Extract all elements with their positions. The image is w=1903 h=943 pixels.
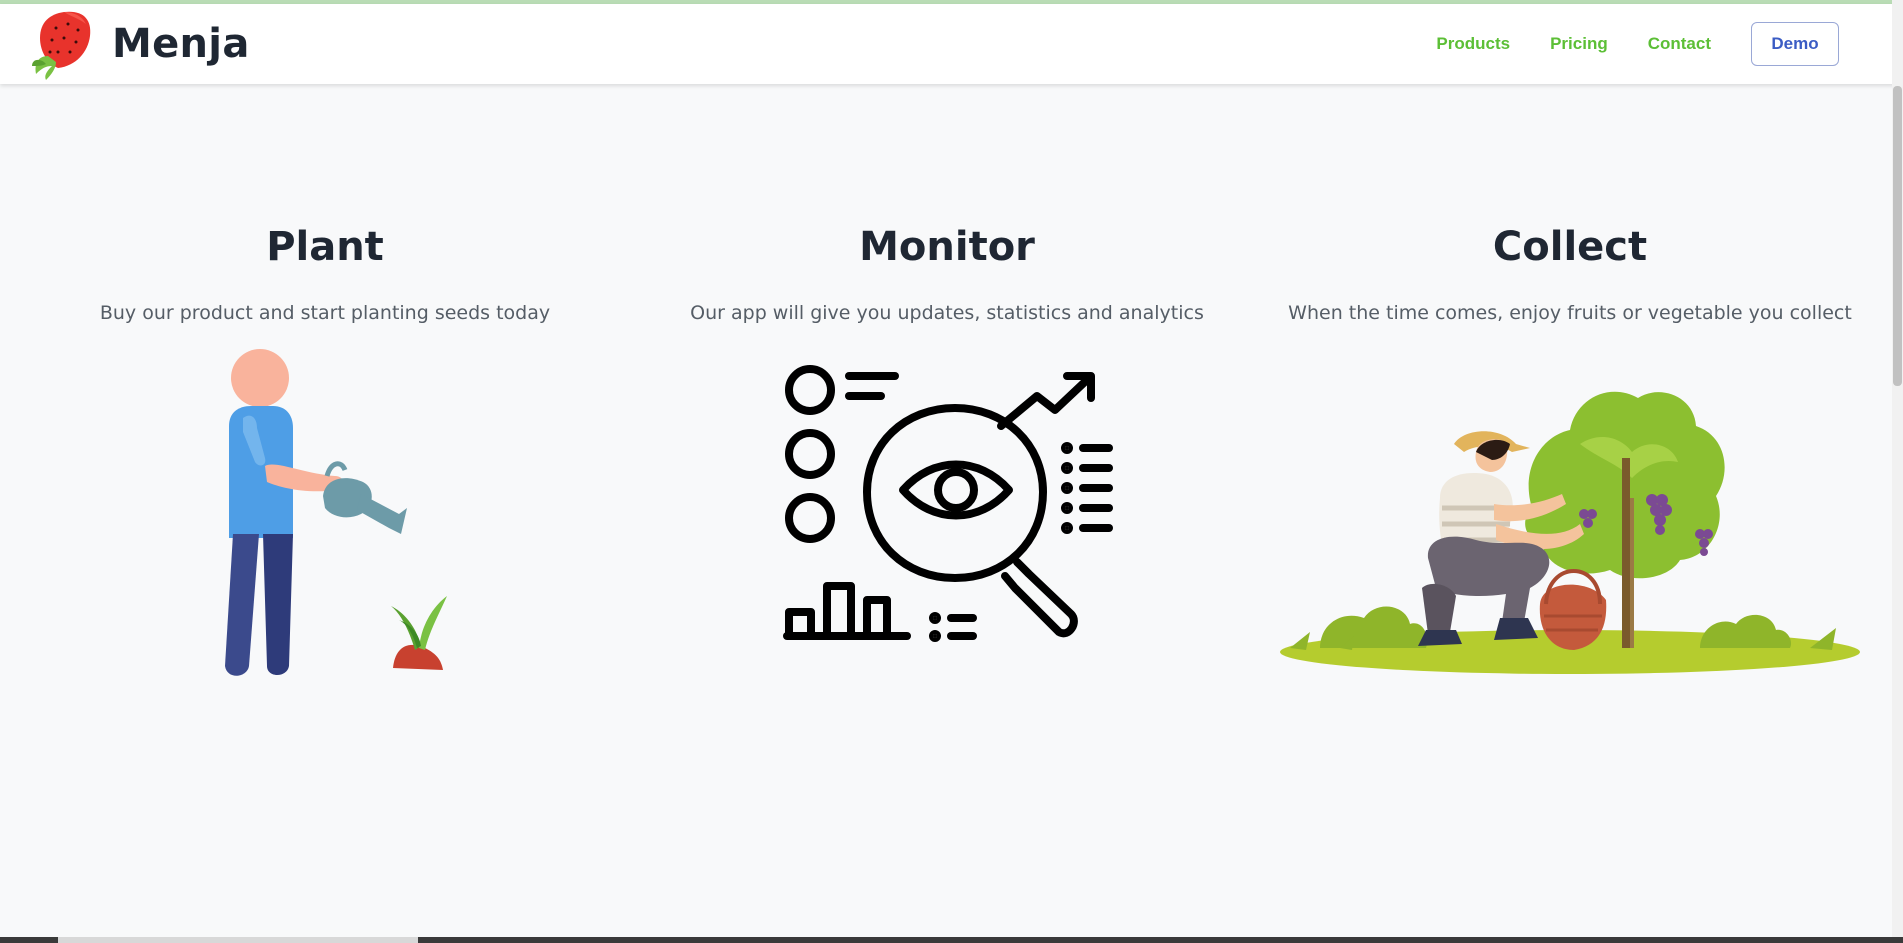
watering-person-illustration — [225, 349, 447, 676]
navbar: Menja Products Pricing Contact Demo — [0, 4, 1903, 84]
feature-text: Our app will give you updates, statistic… — [690, 302, 1204, 324]
nav-link-contact[interactable]: Contact — [1648, 34, 1711, 54]
feature-title: Plant — [266, 224, 384, 270]
feature-title: Collect — [1492, 224, 1648, 270]
scrollbar-thumb[interactable] — [1893, 86, 1902, 386]
harvesting-person-illustration — [1280, 391, 1860, 674]
nav-links: Products Pricing Contact Demo — [1436, 22, 1839, 66]
nav-link-pricing[interactable]: Pricing — [1550, 34, 1608, 54]
strawberry-icon — [32, 11, 91, 80]
feature-text: Buy our product and start planting seeds… — [99, 302, 551, 324]
nav-link-products[interactable]: Products — [1436, 34, 1510, 54]
brand-name: Menja — [112, 21, 250, 67]
brand[interactable]: Menja — [30, 8, 250, 80]
bottom-strip-segment — [58, 937, 418, 943]
feature-title: Monitor — [859, 224, 1035, 270]
feature-text: When the time comes, enjoy fruits or veg… — [1288, 302, 1852, 324]
features-section: Plant Buy our product and start planting… — [0, 84, 1892, 937]
demo-button[interactable]: Demo — [1751, 22, 1839, 66]
vertical-scrollbar[interactable] — [1892, 0, 1903, 937]
analytics-magnifier-icon — [783, 365, 1113, 642]
bottom-taskbar-strip — [0, 937, 1903, 943]
